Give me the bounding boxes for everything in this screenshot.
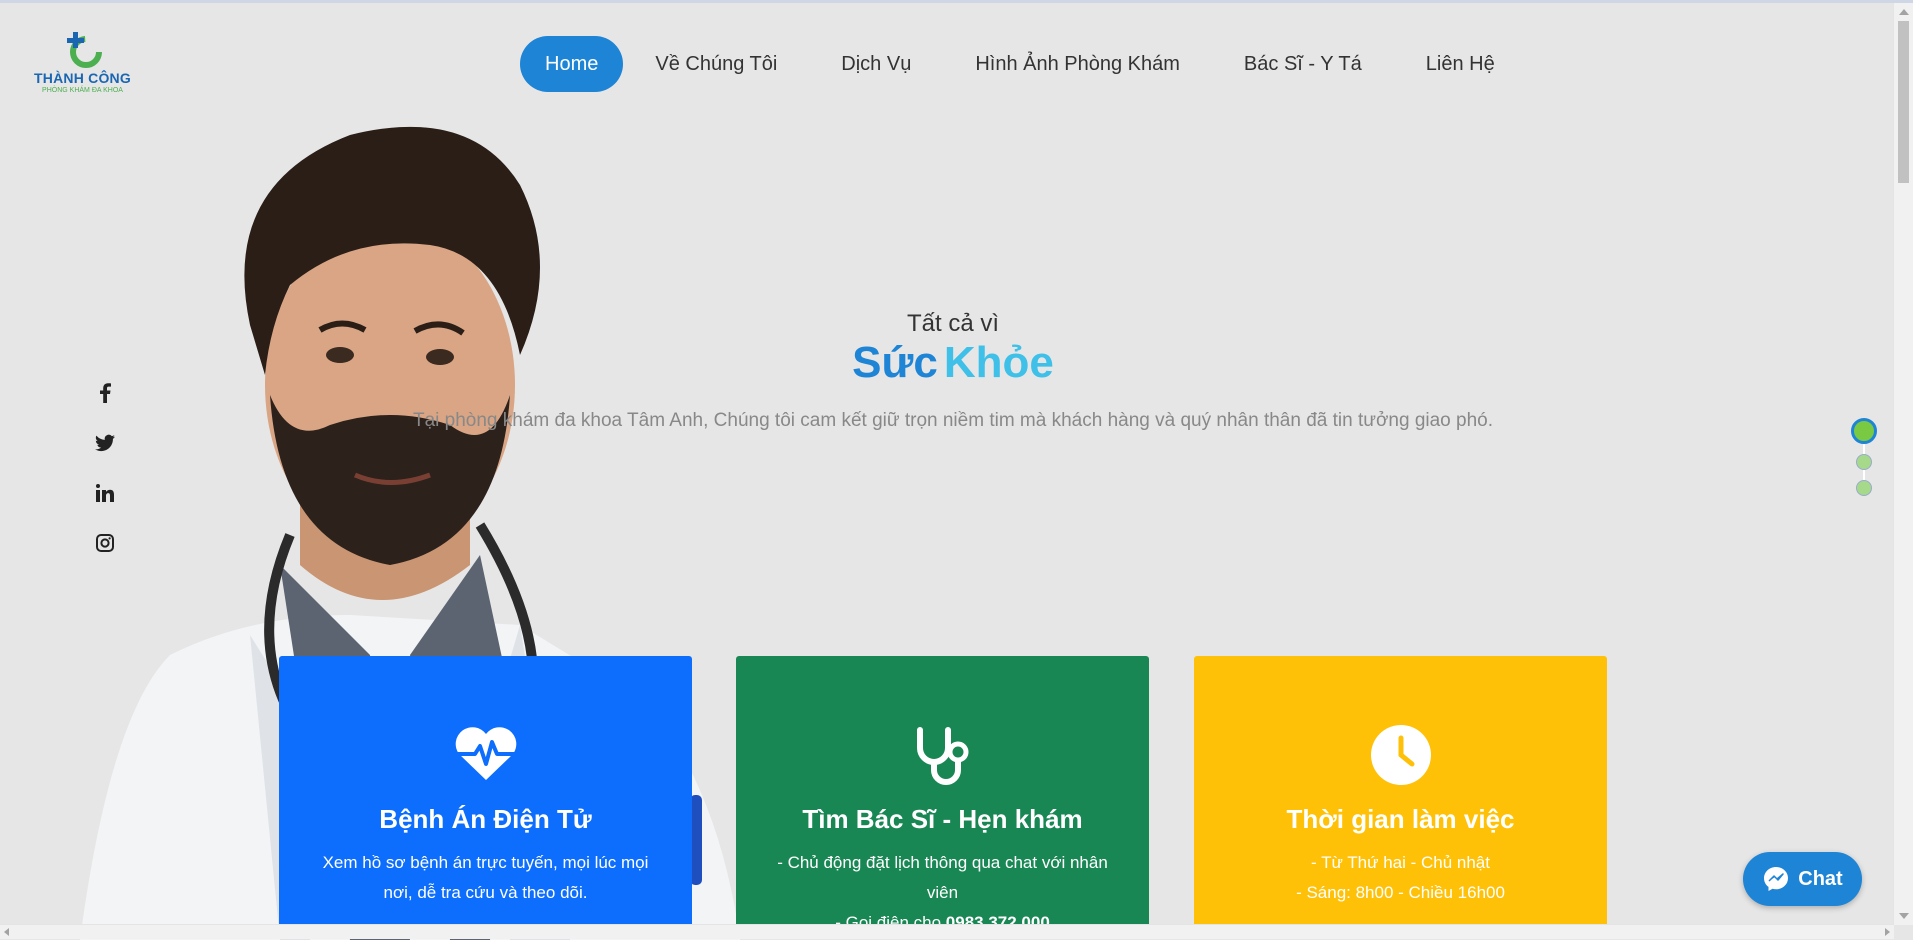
slider-connector	[1863, 444, 1865, 454]
nav-home[interactable]: Home	[520, 36, 624, 92]
logo-name: THÀNH CÔNG	[34, 70, 131, 86]
slider-pagination	[1850, 418, 1878, 496]
card-title: Thời gian làm việc	[1286, 804, 1515, 834]
slider-connector	[1863, 470, 1865, 480]
nav-gallery[interactable]: Hình Ảnh Phòng Khám	[943, 36, 1212, 92]
vertical-scrollbar[interactable]	[1893, 3, 1913, 925]
nav-services[interactable]: Dịch Vụ	[809, 36, 943, 92]
card-electronic-records[interactable]: Bệnh Án Điện Tử Xem hồ sơ bệnh án trực t…	[279, 656, 692, 939]
slider-dot-2[interactable]	[1856, 454, 1872, 470]
card-line: Xem hồ sơ bệnh án trực tuyến, mọi lúc mọ…	[322, 853, 649, 902]
main-nav: Home Về Chúng Tôi Dịch Vụ Hình Ảnh Phòng…	[520, 36, 1527, 92]
nav-doctors[interactable]: Bác Sĩ - Y Tá	[1212, 36, 1394, 92]
chat-button[interactable]: Chat	[1743, 852, 1862, 906]
horizontal-scrollbar[interactable]	[0, 924, 1894, 939]
card-text: Xem hồ sơ bệnh án trực tuyến, mọi lúc mọ…	[309, 848, 662, 908]
scrollbar-thumb[interactable]	[1898, 21, 1909, 183]
card-title: Bệnh Án Điện Tử	[379, 804, 592, 834]
card-line: - Chủ động đặt lịch thông qua chat với n…	[777, 853, 1108, 902]
hero-description: Tại phòng khám đa khoa Tâm Anh, Chúng tô…	[412, 410, 1494, 431]
logo-mark-icon	[67, 32, 102, 68]
hero-title: Sức Khỏe	[0, 338, 1906, 388]
scroll-up-arrow-icon[interactable]	[1899, 9, 1909, 15]
nav-about[interactable]: Về Chúng Tôi	[623, 36, 809, 92]
nav-contact[interactable]: Liên Hệ	[1394, 36, 1527, 92]
card-working-hours[interactable]: Thời gian làm việc - Từ Thứ hai - Chủ nh…	[1194, 656, 1607, 939]
clock-icon	[1370, 725, 1431, 785]
scroll-down-arrow-icon[interactable]	[1899, 913, 1909, 919]
card-find-doctor[interactable]: Tìm Bác Sĩ - Hẹn khám - Chủ động đặt lịc…	[736, 656, 1149, 939]
hero-pretitle: Tất cả vì	[906, 310, 1000, 337]
slider-dot-1[interactable]	[1851, 418, 1877, 444]
stethoscope-icon	[916, 727, 968, 785]
clinic-logo[interactable]: THÀNH CÔNG PHÒNG KHÁM ĐA KHOA	[30, 28, 135, 98]
logo-subtitle: PHÒNG KHÁM ĐA KHOA	[42, 87, 123, 94]
card-title: Tìm Bác Sĩ - Hẹn khám	[802, 804, 1083, 834]
scroll-right-arrow-icon[interactable]	[1885, 928, 1890, 936]
slider-dot-3[interactable]	[1856, 480, 1872, 496]
card-line: - Sáng: 8h00 - Chiều 16h00	[1296, 883, 1505, 902]
scroll-left-arrow-icon[interactable]	[4, 928, 9, 936]
instagram-icon[interactable]	[92, 530, 118, 556]
hero-title-part-b: Khỏe	[943, 338, 1054, 387]
heartbeat-icon	[455, 727, 516, 780]
messenger-icon	[1764, 867, 1789, 891]
card-text: - Từ Thứ hai - Chủ nhật - Sáng: 8h00 - Ch…	[1224, 848, 1577, 908]
card-line: - Từ Thứ hai - Chủ nhật	[1311, 853, 1490, 872]
window-top-border	[0, 0, 1913, 3]
linkedin-icon[interactable]	[92, 480, 118, 506]
hero-title-part-a: Sức	[852, 338, 938, 387]
twitter-icon[interactable]	[92, 430, 118, 456]
chat-label: Chat	[1798, 867, 1843, 890]
